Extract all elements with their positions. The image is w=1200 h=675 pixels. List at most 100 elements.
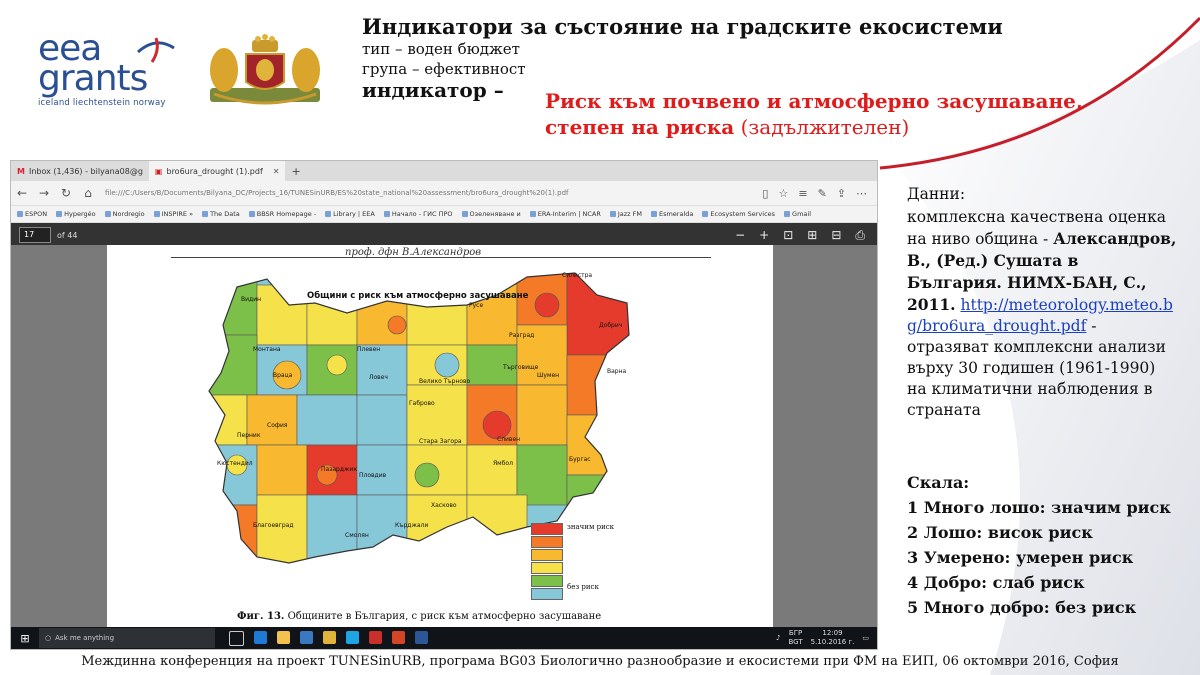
favorite-item[interactable]: Gmail [784,210,811,218]
legend-label-top: значим риск [567,523,615,531]
scale-item: 2 Лошо: висок риск [907,523,1093,542]
tab-pdf-label: bro6ura_drought (1).pdf [166,166,263,176]
city-label: Перник [237,432,261,439]
caption-bold: Фиг. 13. [237,611,285,622]
legend-swatch-slight [531,575,563,587]
page-number-input[interactable]: 17 [19,227,51,243]
city-label: Варна [607,368,627,375]
pdf-viewer[interactable]: проф. дфн В.Александров Силистра Русе До… [11,245,877,627]
windows-taskbar: ⊞ ○ Ask me anything ♪ БГР BGT 12:09 5.10.2… [11,627,877,649]
acrobat-icon[interactable] [369,630,382,644]
skype-icon[interactable] [346,630,359,644]
chrome-icon[interactable] [323,630,336,644]
volume-icon[interactable]: ♪ [776,634,780,642]
print-icon[interactable]: ⎙ [855,228,865,243]
group-line: група – ефективност [362,60,526,78]
legend-label-bottom: без риск [567,583,599,591]
city-label: Сливен [497,436,520,443]
zoom-out-icon[interactable]: − [735,228,745,243]
city-label: Плевен [357,346,380,353]
favorite-item[interactable]: ESPON [17,210,47,218]
city-label: Пазарджик [321,466,357,473]
logo-line3: iceland liechtenstein norway [38,98,166,108]
scale-item: 1 Много лошо: значим риск [907,498,1171,517]
pdf-toolbar: 17 of 44 − + ⊡ ⊞ ⊟ ⎙ [11,223,877,247]
favorite-item[interactable]: Hypergéo [56,210,96,218]
map-legend [531,523,563,601]
cortana-icon: ○ [45,634,52,642]
favorite-item[interactable]: Library | EEA [325,210,375,218]
new-tab-button[interactable]: + [285,165,306,178]
city-label: Търговище [502,364,539,371]
favorite-item[interactable]: BBSR Homepage - [248,210,316,218]
windows-start-icon[interactable]: ⊞ [11,632,39,645]
page-count: of 44 [57,230,78,240]
powerpoint-icon[interactable] [392,630,405,644]
reading-view-icon[interactable]: ▯ [762,187,768,200]
logo-line2: grants [38,58,148,99]
favorite-item[interactable]: INSPIRE » [153,210,193,218]
home-icon[interactable]: ⌂ [77,186,99,200]
favorite-item[interactable]: Озеленяване и [461,210,521,218]
url-field[interactable]: file:///C:/Users/B/Documents/Bilyana_DC/… [99,189,762,197]
word-icon[interactable] [415,630,428,644]
tab-pdf[interactable]: ▣ bro6ura_drought (1).pdf ✕ [148,161,286,181]
city-label: Ловеч [369,374,388,381]
more-icon[interactable]: ⋯ [856,187,867,200]
folder-icon[interactable] [277,630,290,644]
favorite-item[interactable]: Nordregio [104,210,145,218]
language-indicator[interactable]: БГР BGT [788,629,802,647]
favorite-item[interactable]: Ecosystem Services [702,210,775,218]
save-icon[interactable]: ⊟ [831,228,841,243]
bulgaria-drought-risk-map: Силистра Русе Добрич Разград Плевен Монт… [208,272,630,564]
refresh-icon[interactable]: ↻ [55,186,77,200]
risk-title-line2-bold: степен на риска [545,115,735,139]
browser-screenshot: M Inbox (1,436) - bilyana08@g ▣ bro6ura_… [10,160,878,650]
cortana-search[interactable]: ○ Ask me anything [39,628,215,648]
legend-swatch-moderate [531,549,563,561]
edge-icon[interactable] [254,630,267,644]
zoom-in-icon[interactable]: + [759,228,769,243]
city-label: Пловдив [359,472,387,479]
favorite-item[interactable]: ERA-Interim | NCAR [529,210,601,218]
figure-caption: Фиг. 13. Общините в България, с риск към… [237,611,601,622]
favorite-item[interactable]: Jazz FM [609,210,642,218]
slide-footer: Междинна конференция на проект TUNESinUR… [81,654,1119,669]
slide-title: Индикатори за състояние на градските еко… [362,14,1003,39]
favorite-item[interactable]: Начало - ГИС ПРО [383,210,453,218]
notes-icon[interactable]: ✎ [818,187,827,200]
city-label: Кърджали [395,522,428,529]
close-tab-icon[interactable]: ✕ [273,167,280,176]
share-icon[interactable]: ⇪ [837,187,846,200]
pdf-page: проф. дфн В.Александров Силистра Русе До… [107,245,773,627]
hub-icon[interactable]: ≡ [798,187,807,200]
notifications-icon[interactable]: ▭ [862,634,869,642]
system-tray: ♪ БГР BGT 12:09 5.10.2016 г. ▭ [776,629,877,647]
clock[interactable]: 12:09 5.10.2016 г. [811,629,855,647]
store-icon[interactable] [300,630,313,644]
caption-text: Общините в България, с риск към атмосфер… [284,611,602,622]
favorite-star-icon[interactable]: ☆ [778,187,788,200]
scale-label: Скала: [907,473,970,492]
task-view-icon[interactable] [229,630,244,646]
risk-title-line1: Риск към почвено и атмосферно засушаване… [545,89,1083,113]
legend-swatch-none [531,588,563,600]
tab-gmail[interactable]: M Inbox (1,436) - bilyana08@g [11,161,149,181]
legend-swatch-significant [531,523,563,535]
risk-indicator-title: Риск към почвено и атмосферно засушаване… [545,88,1083,140]
city-label: Ямбол [493,460,513,467]
city-label: Бургас [569,456,591,463]
favorite-item[interactable]: The Data [202,210,240,218]
forward-icon[interactable]: → [33,186,55,200]
fit-page-icon[interactable]: ⊡ [783,228,793,243]
city-label: Добрич [599,322,622,329]
data-label: Данни: [907,185,966,203]
favorite-item[interactable]: Esmeralda [650,210,693,218]
rotate-icon[interactable]: ⊞ [807,228,817,243]
search-placeholder: Ask me anything [55,634,115,642]
legend-swatch-low [531,562,563,574]
city-label: Смолян [345,532,369,539]
map-title: Общини с риск към атмосферно засушаване [307,291,529,301]
scale-item: 5 Много добро: без риск [907,598,1137,617]
back-icon[interactable]: ← [11,186,33,200]
